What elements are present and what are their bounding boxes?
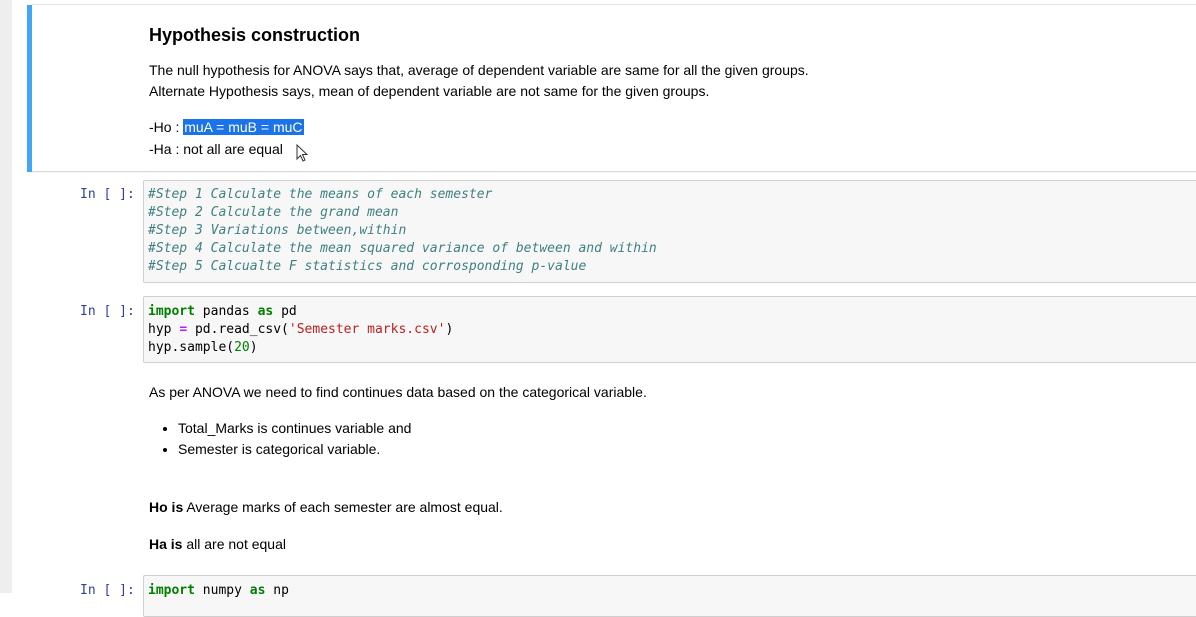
string-literal: 'Semester marks.csv' xyxy=(288,322,446,337)
variable-list: Total_Marks is continues variable and Se… xyxy=(162,418,411,460)
code-token: hyp xyxy=(148,322,180,337)
ho-line: -Ho : muA = muB = muC xyxy=(149,117,304,137)
mouse-pointer-icon xyxy=(296,144,309,162)
cell-prompt: In [ ]: xyxy=(80,304,135,319)
comment-line: #Step 4 Calculate the mean squared varia… xyxy=(148,241,657,256)
ho-label: Ho is xyxy=(149,499,184,515)
keyword: as xyxy=(257,304,274,319)
code-editor-import-numpy[interactable]: import numpy as np xyxy=(148,582,289,600)
comment-line: #Step 1 Calculate the means of each seme… xyxy=(148,187,493,202)
cell-prompt: In [ ]: xyxy=(80,187,135,202)
list-item: Total_Marks is continues variable and xyxy=(178,418,411,439)
code-cell-import-numpy[interactable] xyxy=(143,575,1196,617)
code-token: pandas xyxy=(194,304,258,319)
code-token: ) xyxy=(249,340,258,355)
keyword: import xyxy=(148,583,195,598)
selected-text[interactable]: muA = muB = muC xyxy=(183,119,304,135)
notebook-left-margin xyxy=(0,0,12,593)
null-hypothesis-text: The null hypothesis for ANOVA says that,… xyxy=(149,62,809,78)
comment-line: #Step 2 Calculate the grand mean xyxy=(148,205,399,220)
ho-prefix: -Ho : xyxy=(149,119,184,135)
ho-text: Average marks of each semester are almos… xyxy=(183,499,503,515)
keyword: as xyxy=(249,583,266,598)
ha-statement: Ha is all are not equal xyxy=(149,534,286,554)
heading-hypothesis-construction: Hypothesis construction xyxy=(149,25,361,45)
code-token: numpy xyxy=(194,583,250,598)
list-item: Semester is categorical variable. xyxy=(178,439,411,460)
number-literal: 20 xyxy=(234,340,250,355)
comment-line: #Step 3 Variations between,within xyxy=(148,223,407,238)
code-token: np xyxy=(265,583,289,598)
alternate-hypothesis-text: Alternate Hypothesis says, mean of depen… xyxy=(149,83,710,99)
anova-intro-text: As per ANOVA we need to find continues d… xyxy=(149,384,647,400)
cell-prompt: In [ ]: xyxy=(80,583,135,598)
code-token: ) xyxy=(445,322,454,337)
ha-line: -Ha : not all are equal xyxy=(149,141,283,157)
ho-statement: Ho is Average marks of each semester are… xyxy=(149,497,503,517)
code-token: pd.read_csv( xyxy=(187,322,289,337)
code-token: pd xyxy=(273,304,297,319)
operator: = xyxy=(179,322,188,337)
code-editor-steps[interactable]: #Step 1 Calculate the means of each seme… xyxy=(148,186,657,276)
ha-text: all are not equal xyxy=(182,536,286,552)
keyword: import xyxy=(148,304,195,319)
comment-line: #Step 5 Calcualte F statistics and corro… xyxy=(148,259,587,274)
ha-label: Ha is xyxy=(149,536,183,552)
code-token: hyp.sample( xyxy=(148,340,235,355)
code-editor-import-pandas[interactable]: import pandas as pd hyp = pd.read_csv('S… xyxy=(148,303,453,357)
